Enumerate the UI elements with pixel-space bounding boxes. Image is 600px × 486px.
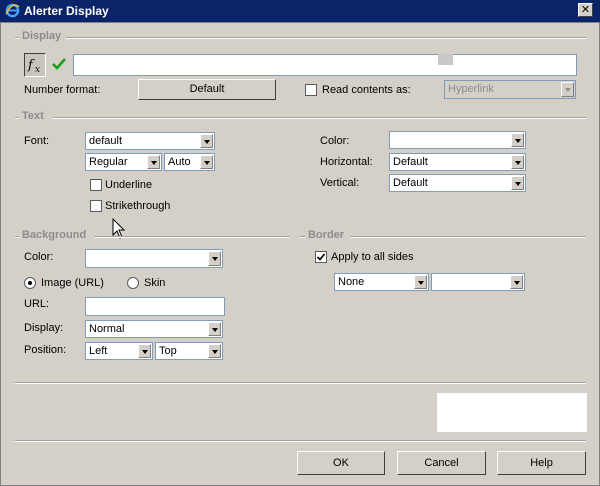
- ok-button[interactable]: OK: [297, 451, 385, 475]
- close-button[interactable]: ✕: [578, 3, 593, 17]
- buttons-divider: [15, 440, 586, 442]
- background-display-label: Display:: [24, 322, 64, 334]
- read-contents-label: Read contents as:: [322, 84, 411, 96]
- text-divider-left: [15, 117, 19, 119]
- border-divider-left: [299, 236, 305, 238]
- horizontal-label: Horizontal:: [320, 156, 373, 168]
- chevron-down-icon: [511, 133, 524, 147]
- chevron-down-icon: [561, 82, 574, 97]
- read-contents-value: Hyperlink: [448, 83, 494, 95]
- vertical-label: Vertical:: [320, 177, 360, 189]
- chevron-down-icon: [511, 176, 524, 190]
- display-divider-left: [15, 37, 19, 39]
- horizontal-value: Default: [393, 156, 428, 168]
- font-style-select[interactable]: Regular: [85, 153, 162, 171]
- skin-radio[interactable]: [127, 277, 139, 289]
- border-color-select[interactable]: [431, 273, 525, 291]
- apply-all-sides-checkbox[interactable]: [315, 251, 327, 263]
- svg-text:f: f: [27, 58, 35, 73]
- position-vertical-value: Top: [159, 345, 177, 357]
- background-divider-left: [15, 236, 19, 238]
- title-bar: Alerter Display ✕: [0, 0, 600, 22]
- font-label: Font:: [24, 135, 50, 147]
- ok-button-label: OK: [333, 457, 349, 469]
- preview-box: [437, 393, 587, 432]
- number-format-button-label: Default: [189, 83, 225, 95]
- border-divider: [350, 236, 586, 238]
- font-size-select[interactable]: Auto: [164, 153, 215, 171]
- border-style-select[interactable]: None: [334, 273, 429, 291]
- number-format-button[interactable]: Default: [138, 79, 276, 100]
- chevron-down-icon: [414, 275, 427, 289]
- font-style-value: Regular: [89, 156, 128, 168]
- image-url-label: Image (URL): [41, 277, 104, 289]
- display-section-title: Display: [22, 30, 62, 42]
- check-icon: [316, 253, 326, 261]
- strikethrough-checkbox[interactable]: [90, 200, 102, 212]
- background-section-title: Background: [22, 229, 87, 241]
- read-contents-select[interactable]: Hyperlink: [444, 80, 576, 99]
- window-title: Alerter Display: [24, 4, 109, 18]
- border-style-value: None: [338, 276, 365, 288]
- function-button[interactable]: f x: [24, 53, 46, 77]
- horizontal-select[interactable]: Default: [389, 153, 526, 171]
- help-button[interactable]: Help: [497, 451, 586, 475]
- position-horizontal-select[interactable]: Left: [85, 342, 153, 360]
- font-size-value: Auto: [168, 156, 191, 168]
- ie-logo-icon: [5, 3, 20, 18]
- text-section-title: Text: [22, 110, 44, 122]
- background-display-select[interactable]: Normal: [85, 320, 223, 338]
- preview-divider: [15, 382, 586, 384]
- text-divider: [53, 117, 586, 119]
- chevron-down-icon: [200, 155, 213, 169]
- svg-text:x: x: [35, 65, 40, 75]
- expression-scroll-marker: [438, 54, 453, 65]
- text-color-label: Color:: [320, 135, 350, 147]
- background-divider: [94, 236, 290, 238]
- function-icon: f x: [27, 58, 40, 75]
- image-url-radio[interactable]: [24, 277, 36, 289]
- chevron-down-icon: [147, 155, 160, 169]
- display-divider: [66, 37, 586, 39]
- read-contents-checkbox[interactable]: [305, 84, 317, 96]
- apply-all-sides-label: Apply to all sides: [331, 251, 414, 263]
- text-color-select[interactable]: [389, 131, 526, 149]
- chevron-down-icon: [200, 134, 213, 148]
- strikethrough-label: Strikethrough: [105, 200, 171, 212]
- chevron-down-icon: [208, 344, 221, 358]
- chevron-down-icon: [208, 251, 221, 266]
- font-select[interactable]: default: [85, 132, 215, 150]
- underline-checkbox[interactable]: [90, 179, 102, 191]
- position-label: Position:: [24, 344, 67, 356]
- chevron-down-icon: [208, 322, 221, 336]
- border-section-title: Border: [308, 229, 345, 241]
- skin-label: Skin: [144, 277, 166, 289]
- close-icon: ✕: [580, 4, 591, 16]
- position-horizontal-value: Left: [89, 345, 108, 357]
- checkmark-icon[interactable]: [51, 56, 67, 72]
- chevron-down-icon: [510, 275, 523, 289]
- background-display-value: Normal: [89, 323, 125, 335]
- cancel-button[interactable]: Cancel: [397, 451, 486, 475]
- vertical-select[interactable]: Default: [389, 174, 526, 192]
- background-color-select[interactable]: [85, 249, 223, 268]
- help-button-label: Help: [530, 457, 553, 469]
- number-format-label: Number format:: [24, 84, 101, 96]
- font-value: default: [89, 135, 123, 147]
- url-label: URL:: [24, 298, 50, 310]
- background-color-label: Color:: [24, 251, 54, 263]
- chevron-down-icon: [138, 344, 151, 358]
- url-input[interactable]: [85, 297, 225, 316]
- underline-label: Underline: [105, 179, 153, 191]
- vertical-value: Default: [393, 177, 428, 189]
- expression-input[interactable]: [73, 54, 577, 76]
- chevron-down-icon: [511, 155, 524, 169]
- cancel-button-label: Cancel: [424, 457, 459, 469]
- position-vertical-select[interactable]: Top: [155, 342, 223, 360]
